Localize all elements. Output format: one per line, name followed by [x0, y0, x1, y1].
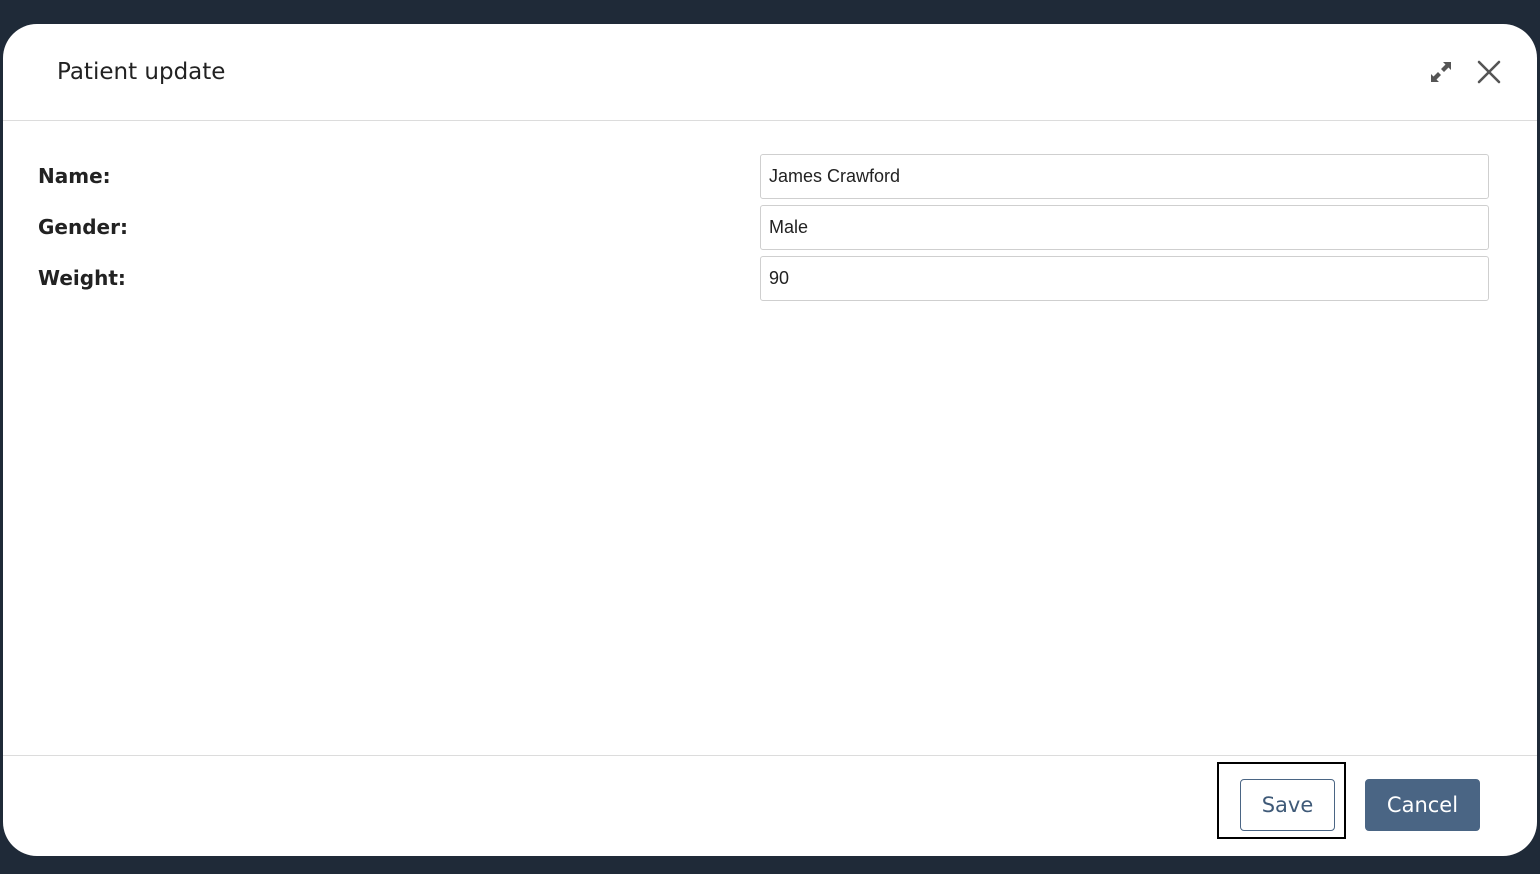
dialog-footer: Save Cancel — [3, 755, 1537, 856]
form-row-gender: Gender: — [3, 205, 1537, 251]
dialog-title: Patient update — [57, 59, 226, 85]
patient-update-dialog: Patient update Name: Gender: — [3, 24, 1537, 856]
dialog-header: Patient update — [3, 24, 1537, 121]
close-icon[interactable] — [1475, 58, 1503, 86]
gender-input[interactable] — [760, 205, 1489, 250]
expand-icon[interactable] — [1427, 58, 1455, 86]
save-button[interactable]: Save — [1240, 779, 1335, 831]
page-backdrop — [0, 0, 1540, 24]
cancel-button[interactable]: Cancel — [1365, 779, 1480, 831]
gender-label: Gender: — [38, 215, 128, 239]
weight-label: Weight: — [38, 266, 126, 290]
weight-input[interactable] — [760, 256, 1489, 301]
name-input[interactable] — [760, 154, 1489, 199]
form-row-name: Name: — [3, 154, 1537, 200]
name-label: Name: — [38, 164, 111, 188]
form-row-weight: Weight: — [3, 256, 1537, 302]
